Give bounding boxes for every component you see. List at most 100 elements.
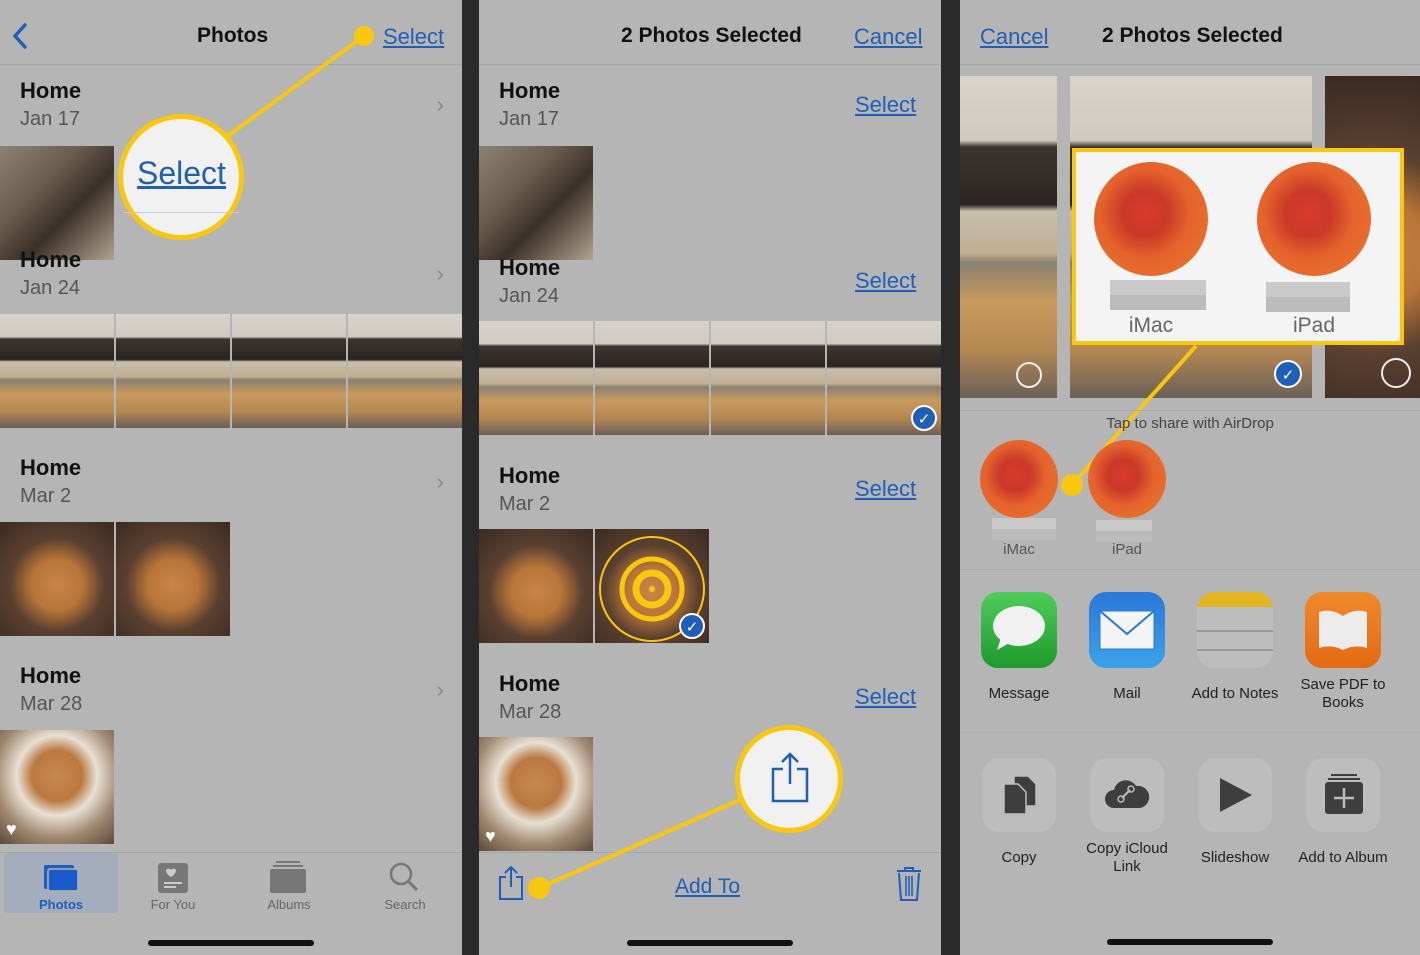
device-name: iPad <box>1111 541 1143 558</box>
app-label: Mail <box>1113 685 1141 702</box>
selection-screen: 2 Photos Selected Cancel Home Jan 17 Sel… <box>479 0 941 955</box>
home-indicator <box>1107 939 1273 945</box>
callout-connector <box>528 796 745 899</box>
app-label: Save PDF to Books <box>1300 676 1386 711</box>
action-slideshow[interactable]: Slideshow <box>1180 758 1290 878</box>
photo-thumbnail[interactable] <box>0 522 114 636</box>
home-indicator <box>627 940 793 946</box>
redacted-name <box>992 518 1056 540</box>
share-app-mail[interactable]: Mail <box>1072 592 1182 722</box>
app-label: Add to Notes <box>1191 685 1279 702</box>
photo-thumbnail[interactable] <box>348 314 462 428</box>
photo-thumbnail[interactable] <box>479 321 593 435</box>
select-callout: Select <box>118 114 244 240</box>
photo-thumbnail[interactable] <box>479 146 593 260</box>
photos-screen: Photos Select Home Jan 17 › Home Jan 24 … <box>0 0 462 955</box>
home-indicator <box>148 940 314 946</box>
chevron-right-icon: › <box>436 261 444 286</box>
action-copy[interactable]: Copy <box>964 758 1074 878</box>
action-add-to-album[interactable]: Add to Album <box>1288 758 1398 878</box>
photo-thumbnail[interactable] <box>711 321 825 435</box>
section-select-button[interactable]: Select <box>855 92 916 118</box>
section-title: Home <box>499 78 561 103</box>
tab-label: Albums <box>267 897 311 912</box>
airdrop-hint: Tap to share with AirDrop <box>1106 415 1274 432</box>
icloud-link-icon <box>1090 758 1164 832</box>
tab-photos[interactable]: Photos <box>4 853 118 913</box>
app-label: Message <box>988 685 1050 702</box>
device-avatar <box>1094 162 1208 276</box>
photo-thumbnail[interactable] <box>479 529 593 643</box>
heart-icon: ♥ <box>6 819 17 839</box>
photo-thumbnail[interactable] <box>0 314 114 428</box>
mail-icon <box>1089 592 1165 668</box>
device-avatar <box>1257 162 1371 276</box>
photo-thumbnail[interactable] <box>116 522 230 636</box>
share-app-notes[interactable]: Add to Notes <box>1180 592 1290 722</box>
section-date: Jan 24 <box>20 277 81 299</box>
cancel-button[interactable]: Cancel <box>854 24 922 50</box>
notes-icon <box>1197 592 1273 668</box>
checkmark-icon: ✓ <box>679 613 705 639</box>
section-title: Home <box>20 455 82 480</box>
action-label: Slideshow <box>1200 849 1270 866</box>
cancel-button[interactable]: Cancel <box>980 24 1048 50</box>
section-select-button[interactable]: Select <box>855 476 916 502</box>
device-avatar <box>1088 440 1166 518</box>
action-copy-icloud-link[interactable]: Copy iCloud Link <box>1072 758 1182 878</box>
device-name: iMac <box>1128 314 1174 337</box>
section-date: Jan 24 <box>499 285 560 307</box>
action-label: Add to Album <box>1298 849 1388 866</box>
for-you-icon <box>158 863 188 893</box>
section-title: Home <box>499 463 561 488</box>
section-title: Home <box>20 663 82 688</box>
play-icon <box>1198 758 1272 832</box>
section-date: Jan 17 <box>499 108 560 130</box>
tab-for-you[interactable]: For You <box>116 853 230 913</box>
tab-label: Search <box>384 897 426 912</box>
share-apps-row: Message Mail Add to Notes Save PDF to Bo… <box>960 592 1420 722</box>
device-name: iPad <box>1292 314 1336 337</box>
messages-icon <box>981 592 1057 668</box>
share-app-books[interactable]: Save PDF to Books <box>1288 592 1398 722</box>
share-icon <box>771 752 809 803</box>
section-select-button[interactable]: Select <box>855 268 916 294</box>
albums-icon <box>270 861 306 893</box>
tab-bar: Photos For You Albums Search <box>0 852 462 955</box>
callout-label: Select <box>137 155 226 191</box>
photos-icon <box>44 865 79 892</box>
page-title: 2 Photos Selected <box>621 24 802 47</box>
share-app-message[interactable]: Message <box>964 592 1074 722</box>
redacted-name <box>1110 280 1206 310</box>
photo-thumbnail[interactable] <box>595 321 709 435</box>
copy-icon <box>982 758 1056 832</box>
section-date: Mar 2 <box>20 485 72 507</box>
nav-bar: 2 Photos Selected Cancel <box>479 0 941 65</box>
books-icon <box>1305 592 1381 668</box>
device-avatar <box>980 440 1058 518</box>
section-title: Home <box>499 255 561 280</box>
section-date: Mar 28 <box>20 693 83 715</box>
redacted-name <box>1266 282 1350 312</box>
photo-thumbnail[interactable] <box>116 314 230 428</box>
share-actions-row: Copy Copy iCloud Link Slideshow Add to A… <box>960 758 1420 878</box>
section-title: Home <box>499 671 561 696</box>
action-label: Copy iCloud Link <box>1086 840 1168 875</box>
action-label: Copy <box>1001 849 1037 866</box>
airdrop-callout: iMac iPad <box>1072 148 1404 345</box>
photo-thumbnail-selected[interactable]: ✓ <box>827 321 941 435</box>
airdrop-device-imac[interactable]: iMac <box>980 440 1058 558</box>
photo-thumbnail[interactable]: ♥ <box>0 730 114 844</box>
search-icon <box>389 862 419 892</box>
nav-bar: Cancel 2 Photos Selected <box>960 0 1420 65</box>
callout-connector <box>223 26 374 140</box>
photo-thumbnail-selected[interactable]: ✓ <box>595 529 709 643</box>
tab-label: Photos <box>38 897 84 912</box>
device-name: iMac <box>1003 541 1035 558</box>
photo-thumbnail[interactable] <box>232 314 346 428</box>
tab-label: For You <box>150 897 196 912</box>
page-title: 2 Photos Selected <box>1102 24 1283 47</box>
airdrop-device-ipad[interactable]: iPad <box>1088 440 1166 558</box>
tab-search[interactable]: Search <box>348 853 462 913</box>
tab-albums[interactable]: Albums <box>232 853 346 913</box>
